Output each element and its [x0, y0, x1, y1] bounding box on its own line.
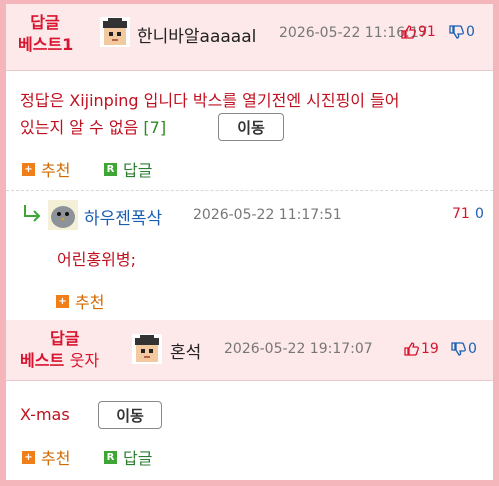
comment-body-text: 있는지 알 수 없음	[20, 118, 139, 137]
avatar[interactable]	[48, 200, 78, 230]
avatar[interactable]	[132, 334, 162, 364]
upvote-count: 91	[418, 24, 436, 40]
downvote-button[interactable]: 0	[448, 24, 475, 40]
downvote-count[interactable]: 0	[475, 206, 484, 222]
comment-body-text: 어린홍위병;	[57, 250, 136, 269]
reply-count[interactable]: [7]	[143, 118, 166, 137]
r-square-icon: R	[104, 162, 117, 176]
best-label-top: 답글	[30, 13, 60, 32]
reply-button[interactable]: R 답글	[104, 157, 152, 181]
recommend-button[interactable]: + 추천	[22, 445, 70, 469]
recommend-button[interactable]: + 추천	[22, 157, 70, 181]
upvote-button[interactable]: 91	[400, 24, 436, 40]
thumbs-down-icon	[449, 25, 464, 39]
comment-timestamp: 2026-05-22 11:17:51	[193, 207, 342, 223]
reply-arrow-icon	[24, 205, 41, 222]
divider	[6, 70, 493, 71]
best-label-bottom: 베스트 웃자	[20, 351, 100, 370]
upvote-count: 19	[421, 341, 439, 357]
divider	[6, 190, 493, 191]
best-category: 웃자	[69, 351, 100, 370]
recommend-label: 추천	[41, 161, 71, 180]
downvote-count: 0	[466, 24, 475, 40]
thumbs-up-icon	[401, 25, 416, 39]
comment-body-line: 정답은 Xijinping 입니다 박스를 열기전엔 시진핑이 들어	[20, 91, 400, 110]
downvote-count: 0	[468, 341, 477, 357]
reply-label: 답글	[123, 161, 153, 180]
reply-label: 답글	[123, 449, 153, 468]
comment-author[interactable]: 한니바알aaaaal	[137, 22, 256, 47]
recommend-button[interactable]: + 추천	[56, 289, 104, 313]
upvote-count[interactable]: 71	[452, 206, 470, 222]
avatar[interactable]	[100, 17, 130, 47]
thumbs-down-icon	[451, 342, 466, 356]
thumbs-up-icon	[404, 342, 419, 356]
comment-body-text: X-mas	[20, 405, 70, 424]
best-badge-2: 답글 베스트 웃자	[20, 328, 120, 372]
comment-author[interactable]: 혼석	[170, 338, 201, 363]
upvote-button[interactable]: 19	[403, 341, 439, 357]
r-square-icon: R	[104, 450, 117, 464]
comment-list-frame	[0, 0, 499, 486]
plus-square-icon: +	[56, 294, 69, 308]
plus-square-icon: +	[22, 162, 35, 176]
recommend-label: 추천	[75, 293, 105, 312]
downvote-button[interactable]: 0	[450, 341, 477, 357]
divider	[6, 380, 493, 381]
best-badge-1: 답글 베스트1	[18, 12, 74, 56]
move-button[interactable]: 이동	[218, 113, 284, 141]
reply-button[interactable]: R 답글	[104, 445, 152, 469]
recommend-label: 추천	[41, 449, 71, 468]
plus-square-icon: +	[22, 450, 35, 464]
move-button[interactable]: 이동	[98, 401, 162, 429]
comment-body-line: 있는지 알 수 없음 [7]	[20, 113, 166, 143]
best-label-top: 답글	[50, 329, 80, 348]
best-label-bottom: 베스트1	[18, 35, 74, 54]
comment-timestamp: 2026-05-22 19:17:07	[224, 341, 373, 357]
comment-author[interactable]: 하우젠폭삭	[84, 204, 162, 229]
